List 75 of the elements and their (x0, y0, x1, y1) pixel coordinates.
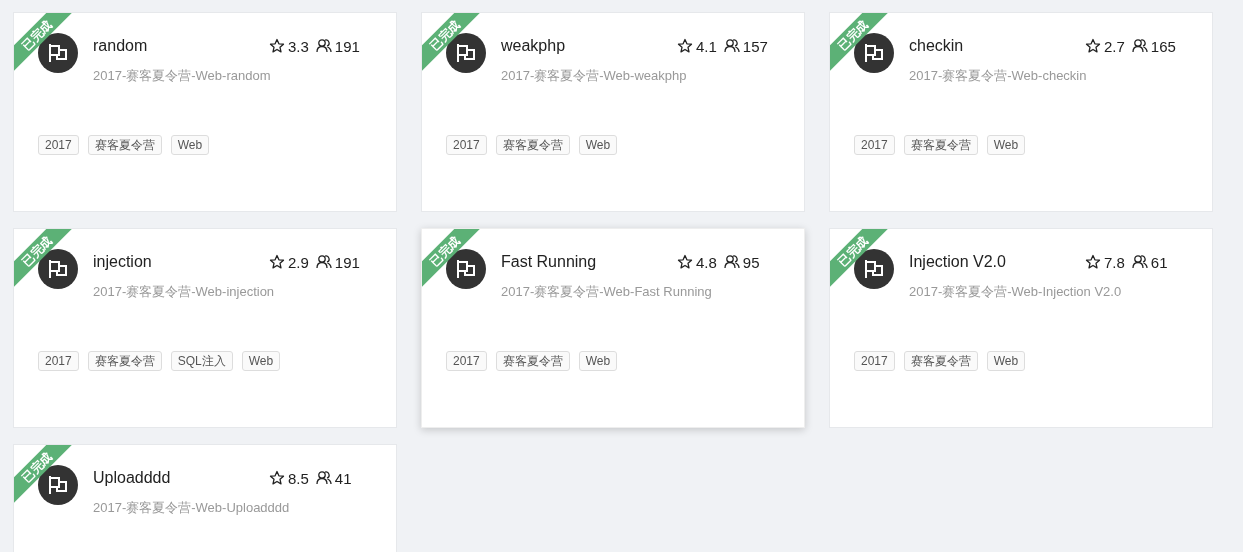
challenge-title: Fast Running (501, 253, 597, 271)
tag[interactable]: 赛客夏令营 (903, 351, 978, 371)
challenge-card[interactable]: 已完成 Fast Running 4.8 95 2017-赛客夏令营-Web-Fast Running 2017 赛客夏令营 Web (421, 228, 805, 428)
star-icon (677, 38, 693, 54)
challenge-subtitle: 2017-赛客夏令营-Web-random (93, 67, 272, 85)
tag[interactable]: Web (986, 135, 1026, 155)
star-icon (269, 470, 285, 486)
star-icon (677, 254, 693, 270)
rating-value: 7.8 (1104, 253, 1125, 271)
tag[interactable]: Web (578, 351, 618, 371)
tag[interactable]: 2017 (854, 135, 895, 155)
solver-count: 191 (334, 253, 360, 271)
users-icon (315, 470, 332, 486)
flag-icon (455, 258, 477, 280)
star-icon (269, 254, 285, 270)
flag-icon (863, 42, 885, 64)
tag[interactable]: SQL注入 (170, 351, 233, 371)
users-icon (723, 254, 740, 270)
solver-count: 61 (1150, 253, 1168, 271)
rating-value: 8.5 (288, 469, 309, 487)
rating-value: 2.7 (1104, 37, 1125, 55)
challenge-title: checkin (909, 37, 964, 55)
tag[interactable]: Web (241, 351, 281, 371)
rating-value: 3.3 (288, 37, 309, 55)
solver-count: 95 (742, 253, 760, 271)
challenge-subtitle: 2017-赛客夏令营-Web-Fast Running (501, 283, 713, 301)
tag[interactable]: 2017 (446, 135, 487, 155)
star-icon (269, 38, 285, 54)
challenge-title: random (93, 37, 148, 55)
star-icon (1085, 254, 1101, 270)
rating-value: 4.1 (696, 37, 717, 55)
rating-value: 2.9 (288, 253, 309, 271)
tag[interactable]: 赛客夏令营 (495, 135, 570, 155)
solver-count: 191 (334, 37, 360, 55)
tag[interactable]: 2017 (854, 351, 895, 371)
challenge-card[interactable]: 已完成 Injection V2.0 7.8 61 2017-赛客夏令营-Web-Injection V2.0 2017 赛客夏令营 Web (829, 228, 1213, 428)
tag[interactable]: Web (986, 351, 1026, 371)
rating-value: 4.8 (696, 253, 717, 271)
challenge-subtitle: 2017-赛客夏令营-Web-injection (93, 283, 276, 301)
challenge-card[interactable]: 已完成 weakphp 4.1 157 2017-赛客夏令营-Web-weakphp 2017 赛客夏令营 Web (421, 12, 805, 212)
challenge-title: Uploadddd (93, 469, 171, 487)
challenge-subtitle: 2017-赛客夏令营-Web-Uploadddd (93, 499, 291, 517)
tag[interactable]: 赛客夏令营 (87, 351, 162, 371)
flag-icon (863, 258, 885, 280)
tag[interactable]: 赛客夏令营 (903, 135, 978, 155)
challenge-subtitle: 2017-赛客夏令营-Web-checkin (909, 67, 1088, 85)
solver-count: 165 (1150, 37, 1176, 55)
challenge-subtitle: 2017-赛客夏令营-Web-weakphp (501, 67, 688, 85)
flag-icon (455, 42, 477, 64)
users-icon (1131, 254, 1148, 270)
users-icon (315, 38, 332, 54)
star-icon (1085, 38, 1101, 54)
challenge-title: Injection V2.0 (909, 253, 1006, 271)
tag[interactable]: 2017 (446, 351, 487, 371)
users-icon (315, 254, 332, 270)
challenge-card[interactable]: 已完成 injection 2.9 191 2017-赛客夏令营-Web-injection 2017 赛客夏令营 SQL注入 Web (13, 228, 397, 428)
challenge-card[interactable]: 已完成 checkin 2.7 165 2017-赛客夏令营-Web-checkin 2017 赛客夏令营 Web (829, 12, 1213, 212)
challenge-card[interactable]: 已完成 random 3.3 191 2017-赛客夏令营-Web-random 2017 赛客夏令营 Web (13, 12, 397, 212)
flag-icon (47, 474, 69, 496)
users-icon (723, 38, 740, 54)
tag[interactable]: 赛客夏令营 (87, 135, 162, 155)
challenge-title: injection (93, 253, 152, 271)
tag[interactable]: 2017 (38, 351, 79, 371)
tag[interactable]: 赛客夏令营 (495, 351, 570, 371)
tag[interactable]: 2017 (38, 135, 79, 155)
flag-icon (47, 258, 69, 280)
challenge-title: weakphp (501, 37, 566, 55)
solver-count: 41 (334, 469, 352, 487)
challenge-subtitle: 2017-赛客夏令营-Web-Injection V2.0 (909, 283, 1123, 301)
challenge-card[interactable]: 已完成 Uploadddd 8.5 41 2017-赛客夏令营-Web-Uploadddd (13, 444, 397, 552)
solver-count: 157 (742, 37, 768, 55)
tag[interactable]: Web (170, 135, 210, 155)
tag[interactable]: Web (578, 135, 618, 155)
flag-icon (47, 42, 69, 64)
users-icon (1131, 38, 1148, 54)
